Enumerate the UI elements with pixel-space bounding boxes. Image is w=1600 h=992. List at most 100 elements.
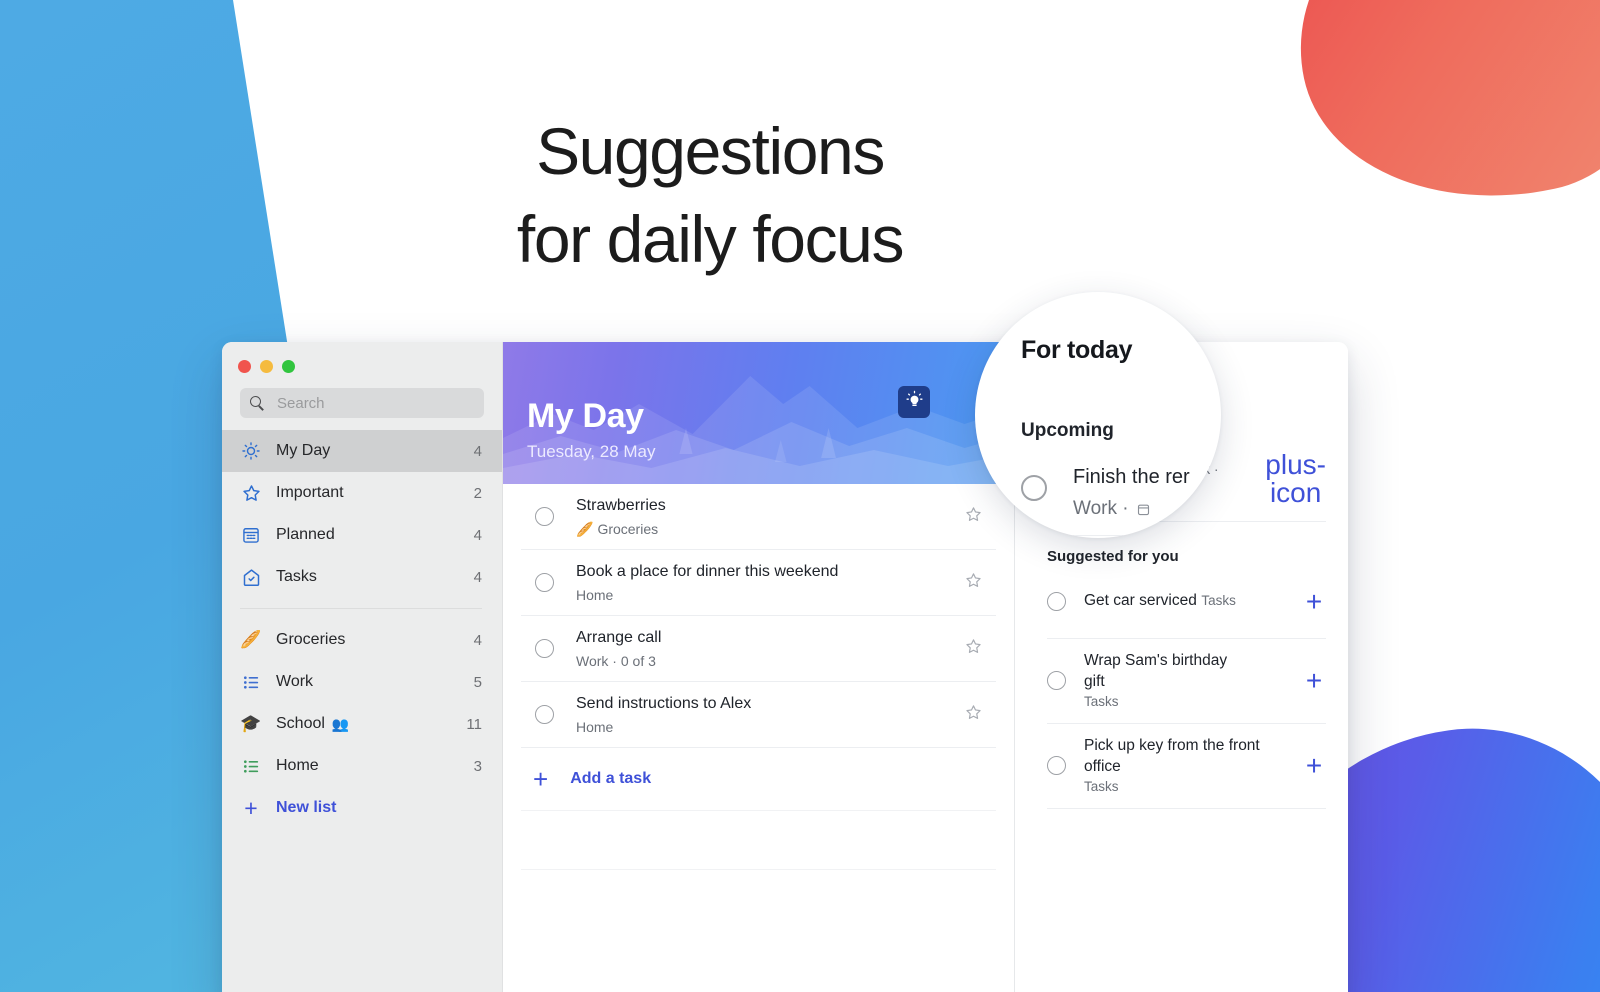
task-checkbox[interactable] xyxy=(535,705,554,724)
table-row[interactable]: Strawberries 🥖 Groceries xyxy=(521,484,996,550)
add-to-my-day-button[interactable]: plus-icon xyxy=(1265,451,1326,507)
suggestion-list-name: Tasks xyxy=(1084,693,1119,709)
sidebar-item-my-day[interactable]: My Day 4 xyxy=(222,430,502,472)
sidebar-item-home[interactable]: Home 3 xyxy=(222,745,502,787)
table-row[interactable]: Book a place for dinner this weekend Hom… xyxy=(521,550,996,616)
star-outline-icon[interactable] xyxy=(964,571,984,595)
calendar-icon xyxy=(1137,504,1149,515)
sidebar-item-label: Planned xyxy=(276,526,335,543)
add-to-my-day-button[interactable]: + xyxy=(1302,751,1326,780)
task-content: Book a place for dinner this weekend Hom… xyxy=(554,562,964,603)
suggestion-title: Wrap Sam's birthday gift xyxy=(1084,652,1228,690)
suggestion-content: Wrap Sam's birthday gift Tasks xyxy=(1066,651,1302,711)
my-day-title: My Day xyxy=(527,397,644,436)
task-subtitle: 🥖 Groceries xyxy=(576,521,964,538)
task-list-name: Home xyxy=(576,719,614,735)
task-title: Strawberries xyxy=(576,496,666,514)
list-icon-blue xyxy=(240,673,262,692)
sidebar-item-important[interactable]: Important 2 xyxy=(222,472,502,514)
main-content: My Day Tuesday, 28 May Strawberries 🥖 Gr… xyxy=(503,342,1014,992)
suggestions-toggle-button[interactable] xyxy=(898,386,930,418)
star-outline-icon[interactable] xyxy=(964,703,984,727)
zoom-button[interactable] xyxy=(282,359,295,373)
baguette-emoji-icon: 🥖 xyxy=(576,520,594,537)
my-day-heading-block: My Day Tuesday, 28 May xyxy=(527,399,656,462)
sidebar-item-count: 4 xyxy=(473,442,482,460)
sidebar-item-count: 3 xyxy=(473,757,482,775)
lens-task-checkbox[interactable] xyxy=(1021,475,1047,501)
shared-people-icon: 👥 xyxy=(331,715,350,732)
sidebar-item-count: 11 xyxy=(466,715,482,733)
headline-line-2: for daily focus xyxy=(516,201,905,276)
add-to-my-day-button[interactable]: + xyxy=(1302,587,1326,616)
task-subtitle: Home xyxy=(576,719,964,735)
suggestion-content: Pick up key from the front office Tasks xyxy=(1066,736,1302,796)
sidebar-item-count: 5 xyxy=(473,673,482,691)
search-box[interactable]: Search xyxy=(240,388,484,418)
star-icon xyxy=(240,483,262,504)
new-list-button[interactable]: + New list xyxy=(222,787,502,829)
task-checkbox[interactable] xyxy=(535,573,554,592)
task-checkbox[interactable] xyxy=(1047,592,1066,611)
task-checkbox[interactable] xyxy=(1047,671,1066,691)
plus-icon: + xyxy=(533,764,549,794)
search-placeholder: Search xyxy=(277,394,325,412)
magnifier-content: For today Upcoming Finish the rer Work · xyxy=(975,292,1221,538)
add-to-my-day-button[interactable]: + xyxy=(1302,666,1326,695)
sidebar-item-label: School 👥 xyxy=(276,715,452,733)
task-list: Strawberries 🥖 Groceries Book a place fo… xyxy=(503,484,1014,992)
task-title: Send instructions to Alex xyxy=(576,695,752,712)
sidebar-item-count: 2 xyxy=(473,484,482,502)
task-checkbox[interactable] xyxy=(535,639,554,658)
sidebar-item-label: Important xyxy=(276,484,344,501)
task-list-name: Work · 0 of 3 xyxy=(576,653,656,669)
poster-canvas: Suggestions for daily focus Search My Da… xyxy=(0,0,1600,992)
home-check-icon xyxy=(240,567,262,588)
baguette-emoji-icon: 🥖 xyxy=(240,630,262,649)
table-row[interactable]: Send instructions to Alex Home xyxy=(521,682,996,748)
sidebar-item-count: 4 xyxy=(473,526,482,544)
list-item[interactable]: Wrap Sam's birthday gift Tasks + xyxy=(1047,639,1326,724)
plus-icon: + xyxy=(244,794,258,821)
sidebar-item-tasks[interactable]: Tasks 4 xyxy=(222,556,502,598)
sidebar-item-label: Work xyxy=(276,673,314,690)
sidebar-item-count: 4 xyxy=(473,631,482,649)
task-subtitle: Home xyxy=(576,587,964,603)
task-checkbox[interactable] xyxy=(1047,756,1066,776)
table-row[interactable]: Arrange call Work · 0 of 3 xyxy=(521,616,996,682)
list-divider xyxy=(521,869,996,870)
task-title: Arrange call xyxy=(576,629,662,646)
sidebar-item-groceries[interactable]: 🥖 Groceries 4 xyxy=(222,619,502,661)
sidebar-item-work[interactable]: Work 5 xyxy=(222,661,502,703)
task-list-name: Home xyxy=(576,587,614,603)
list-item[interactable]: Pick up key from the front office Tasks … xyxy=(1047,724,1326,809)
suggestion-list-name: Tasks xyxy=(1084,778,1119,794)
sidebar-item-label: Home xyxy=(276,757,319,774)
graduation-cap-emoji-icon: 🎓 xyxy=(240,714,262,733)
sidebar-item-label: My Day xyxy=(276,442,331,459)
sidebar-item-text: School xyxy=(276,715,325,732)
task-list-name: Groceries xyxy=(597,521,659,537)
page-title: Suggestions for daily focus xyxy=(0,108,1420,284)
sidebar-item-school[interactable]: 🎓 School 👥 11 xyxy=(222,703,502,745)
close-button[interactable] xyxy=(238,359,251,373)
magnifier-lens: For today Upcoming Finish the rer Work · xyxy=(975,292,1221,538)
task-checkbox[interactable] xyxy=(535,507,554,526)
minimize-button[interactable] xyxy=(260,359,273,373)
task-title: Book a place for dinner this weekend xyxy=(576,563,839,580)
lens-task-meta: Work · xyxy=(1073,498,1151,520)
lens-suggestions-heading: For today xyxy=(1021,336,1133,364)
list-icon-green xyxy=(240,757,262,776)
star-outline-icon[interactable] xyxy=(964,637,984,661)
sidebar-nav: My Day 4 Important 2 Planned 4 Tasks 4 🥖… xyxy=(222,428,502,829)
sidebar-item-planned[interactable]: Planned 4 xyxy=(222,514,502,556)
add-task-button[interactable]: + Add a task xyxy=(521,748,996,810)
new-list-label: New list xyxy=(276,799,337,816)
sidebar: Search My Day 4 Important 2 Planned 4 Ta… xyxy=(222,342,503,992)
task-subtitle: Work · 0 of 3 xyxy=(576,653,964,669)
suggestion-title: Get car serviced xyxy=(1084,592,1197,610)
list-item[interactable]: Get car serviced Tasks + xyxy=(1047,565,1326,639)
suggestion-list-name: Tasks xyxy=(1201,593,1236,609)
sun-icon xyxy=(240,441,262,461)
sidebar-item-label: Tasks xyxy=(276,568,317,585)
